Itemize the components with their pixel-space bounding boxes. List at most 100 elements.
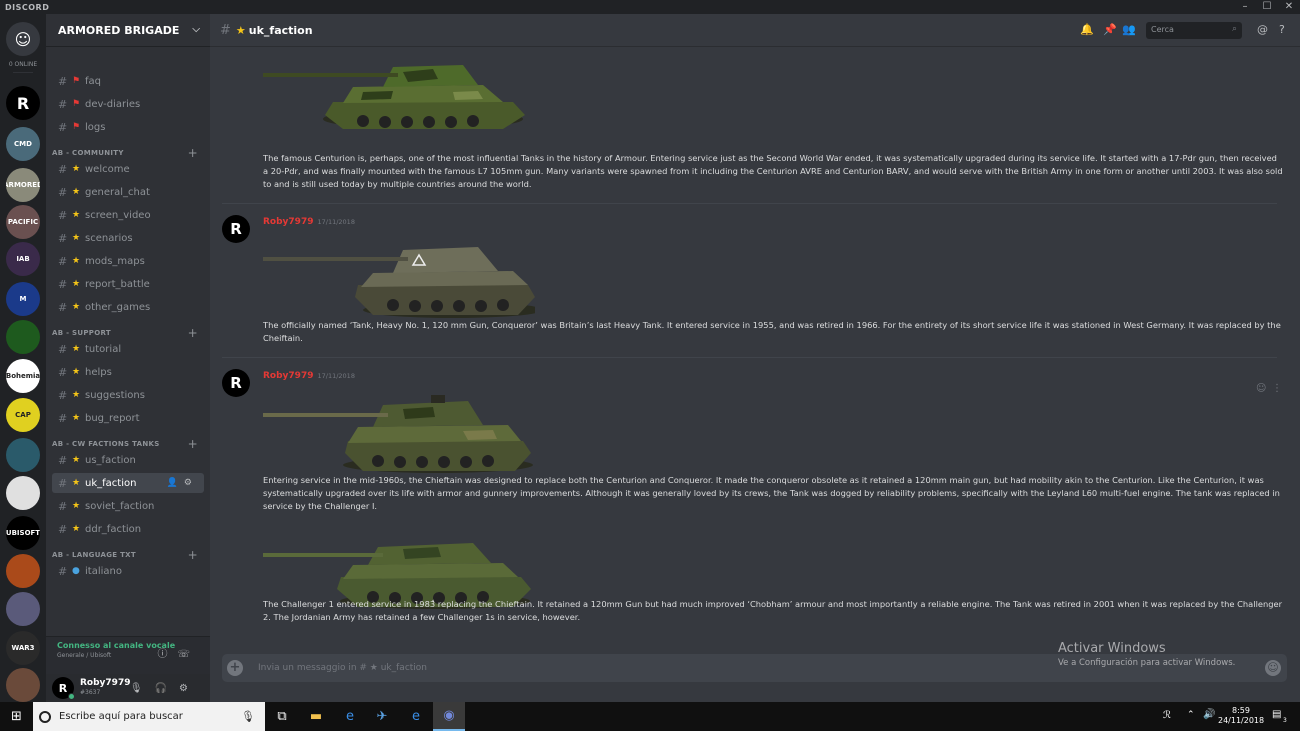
discord-taskbar-icon[interactable]: ◉ [433,702,465,731]
avatar[interactable]: R [222,215,250,243]
user-controls: 🎙🎧⚙ [130,683,200,694]
channel-ddr_faction[interactable]: # ★ ddr_faction [52,519,204,539]
add-channel-icon[interactable]: + [188,548,198,562]
upload-plus-icon[interactable]: + [227,660,243,676]
channel-label: suggestions [85,389,145,401]
channel-mods_maps[interactable]: # ★ mods_maps [52,251,204,271]
server-icon-iab[interactable]: IAB [6,242,40,276]
channel-label: faq [85,75,101,87]
server-icon-guild-dragon[interactable] [6,438,40,472]
channel-general_chat[interactable]: # ★ general_chat [52,182,204,202]
people-icon[interactable]: ℛ [1163,710,1171,721]
category-ab-support[interactable]: AB - SUPPORT + [52,326,204,340]
channel-bug_report[interactable]: # ★ bug_report [52,408,204,428]
server-icon-guild-2[interactable]: CMD [6,127,40,161]
pin-icon[interactable]: 📌 [1103,23,1117,36]
members-icon[interactable]: 👥 [1122,23,1136,36]
taskbar-clock[interactable]: 8:59 24/11/2018 [1218,706,1264,726]
internet-explorer-icon[interactable]: e [400,702,432,731]
channel-other_games[interactable]: # ★ other_games [52,297,204,317]
mic-icon[interactable]: 🎙 [130,683,155,694]
channel-header: # ★ uk_faction 🔔 📌 👥 Cerca ⌕ @ ? [210,14,1300,47]
disconnect-icon[interactable]: ☏ [177,649,200,660]
windows-start-icon[interactable]: ⊞ [0,702,33,731]
channel-us_faction[interactable]: # ★ us_faction [52,450,204,470]
add-channel-icon[interactable]: + [188,146,198,160]
channel-uk_faction[interactable]: # ★ uk_faction 👤⚙ [52,473,204,493]
server-icon-bohemia[interactable]: Bohemia [6,359,40,393]
server-icon-pacific[interactable]: PACIFIC [6,205,40,239]
bell-icon[interactable]: 🔔 [1080,23,1094,36]
maximize-button[interactable]: ☐ [1256,0,1278,14]
category-ab-community[interactable]: AB - COMMUNITY + [52,146,204,160]
author-name[interactable]: Roby7979 [263,217,313,227]
help-icon[interactable]: ? [1279,23,1285,36]
edge-icon[interactable]: e [334,702,366,731]
server-icon-guild-tank[interactable] [6,476,40,510]
notifications-icon[interactable]: ▤ [1272,709,1281,720]
emoji-icon[interactable]: ☺ [1265,660,1281,676]
server-icon-guild-green[interactable] [6,320,40,354]
channel-suggestions[interactable]: # ★ suggestions [52,385,204,405]
server-icon-ubisoft[interactable]: UBISOFT [6,516,40,550]
app-icon[interactable]: ✈ [366,702,398,731]
server-icon-R[interactable]: R [6,86,40,120]
avatar[interactable]: R [222,369,250,397]
add-reaction-icon[interactable]: ☺ [1256,383,1266,394]
file-explorer-icon[interactable]: ▬ [300,702,332,731]
message-author[interactable]: Roby7979 17/11/2018 [263,217,355,227]
channel-italiano[interactable]: # ● italiano [52,561,204,581]
channel-scenarios[interactable]: # ★ scenarios [52,228,204,248]
server-header[interactable]: ARMORED BRIGADE ⌵ [46,14,210,47]
category-ab-cw-factions-tanks[interactable]: AB - CW FACTIONS TANKS + [52,437,204,451]
close-button[interactable]: ✕ [1278,0,1300,14]
author-name[interactable]: Roby7979 [263,371,313,381]
category-ab-language-txt[interactable]: AB - LANGUAGE TXT + [52,548,204,562]
chieftain-tank-image[interactable] [263,389,535,475]
server-icon-guild-m[interactable]: M [6,282,40,316]
channel-faq[interactable]: # ⚑ faq [52,71,204,91]
server-icon-armored-brigade[interactable]: ARMORED [6,168,40,202]
add-channel-icon[interactable]: + [188,437,198,451]
chevron-down-icon[interactable]: ⌵ [192,24,200,35]
channel-label: us_faction [85,454,136,466]
headphones-icon[interactable]: 🎧 [155,683,179,694]
volume-icon[interactable]: 🔊 [1203,709,1215,720]
more-options-icon[interactable]: ⋮ [1272,383,1282,394]
channel-screen_video[interactable]: # ★ screen_video [52,205,204,225]
invite-icon[interactable]: 👤 [167,478,184,488]
message-input[interactable] [258,660,1158,676]
mention-icon[interactable]: @ [1257,23,1268,36]
minimize-button[interactable]: – [1234,0,1256,14]
taskbar-search[interactable]: Escribe aquí para buscar 🎙 [33,702,265,731]
windows-taskbar: ⊞ Escribe aquí para buscar 🎙 ⧉ ▬ e ✈ e ◉… [0,702,1300,731]
server-icon-guild-yellow[interactable]: CAP [6,398,40,432]
message-author[interactable]: Roby7979 17/11/2018 [263,371,355,381]
channel-logs[interactable]: # ⚑ logs [52,117,204,137]
server-icon-guild-fire[interactable] [6,554,40,588]
server-icon-discord-home[interactable]: ☺ [6,22,40,56]
channel-dev-diaries[interactable]: # ⚑ dev-diaries [52,94,204,114]
server-icon-label: WAR3 [11,644,35,652]
star-icon: ★ [72,164,81,174]
mic-icon[interactable]: 🎙 [241,710,255,723]
channel-tutorial[interactable]: # ★ tutorial [52,339,204,359]
channel-soviet_faction[interactable]: # ★ soviet_faction [52,496,204,516]
search-input[interactable]: Cerca ⌕ [1146,22,1242,39]
task-view-icon[interactable]: ⧉ [266,702,298,731]
channel-welcome[interactable]: # ★ welcome [52,159,204,179]
gear-icon[interactable]: ⚙ [184,478,198,488]
server-icon-guild-last[interactable] [6,668,40,702]
centurion-tank-image[interactable] [263,47,535,133]
conqueror-tank-image[interactable] [263,235,535,321]
info-icon[interactable]: ⓘ [157,649,177,660]
user-discriminator: #3637 [80,689,101,696]
avatar[interactable]: R [52,677,75,700]
gear-icon[interactable]: ⚙ [179,683,200,694]
channel-helps[interactable]: # ★ helps [52,362,204,382]
server-icon-war3[interactable]: WAR3 [6,631,40,665]
server-icon-guild-soldier[interactable] [6,592,40,626]
add-channel-icon[interactable]: + [188,326,198,340]
tray-chevron-icon[interactable]: ⌃ [1187,710,1195,720]
channel-report_battle[interactable]: # ★ report_battle [52,274,204,294]
